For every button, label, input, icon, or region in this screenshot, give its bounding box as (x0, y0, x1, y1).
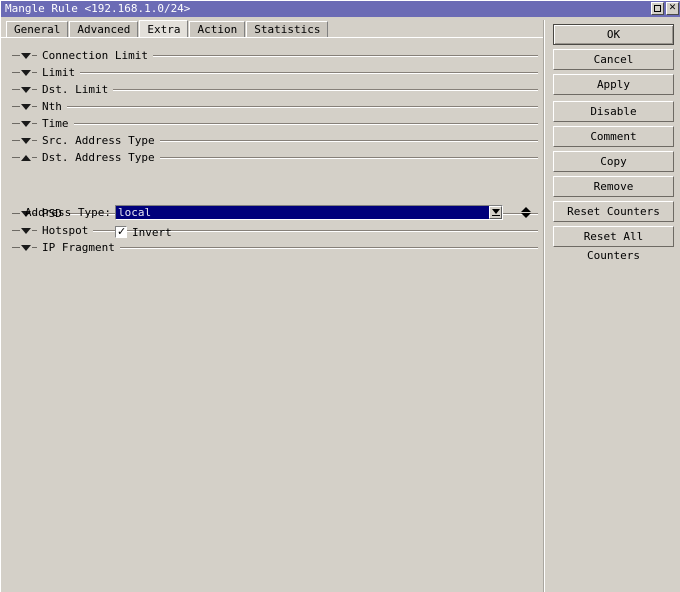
section-label: Connection Limit (42, 49, 148, 62)
section-rule-line (152, 54, 538, 57)
section-rule-line (73, 122, 538, 125)
chevron-down-icon (21, 103, 31, 110)
chevron-up-icon (21, 154, 31, 161)
chevron-down-icon[interactable] (489, 206, 502, 219)
section-connection-limit[interactable]: Connection Limit (1, 47, 543, 64)
section-label: Src. Address Type (42, 134, 155, 147)
invert-checkbox-row[interactable]: ✓ Invert (115, 226, 172, 238)
chevron-down-bar (491, 215, 500, 216)
tab-extra[interactable]: Extra (139, 20, 189, 37)
section-limit[interactable]: Limit (1, 64, 543, 81)
invert-label: Invert (132, 225, 172, 239)
tab-action[interactable]: Action (189, 21, 246, 37)
chevron-down-icon (21, 120, 31, 127)
section-dash-left (12, 230, 20, 231)
extra-tab-panel: Connection Limit Limit Dst. Limit Nth Ti… (1, 38, 543, 592)
section-dst-limit[interactable]: Dst. Limit (1, 81, 543, 98)
section-hotspot[interactable]: Hotspot (1, 222, 543, 239)
reset-all-counters-button[interactable]: Reset All Counters (553, 226, 674, 262)
window-title: Mangle Rule <192.168.1.0/24> (5, 2, 191, 15)
address-type-label: Address Type: (24, 206, 111, 219)
reset-counters-button[interactable]: Reset Counters (553, 201, 674, 222)
remove-button[interactable]: Remove (553, 176, 674, 197)
arrow-down-icon[interactable] (520, 213, 531, 218)
section-label: Nth (42, 100, 62, 113)
tab-general[interactable]: General (6, 21, 69, 37)
address-type-value[interactable]: local (116, 206, 489, 219)
chevron-down-icon (21, 86, 31, 93)
chevron-down-icon (21, 227, 31, 234)
section-nth[interactable]: Nth (1, 98, 543, 115)
invert-checkbox[interactable]: ✓ (115, 226, 127, 238)
section-dash-left (12, 72, 20, 73)
section-dash-left (12, 123, 20, 124)
section-rule-line (159, 139, 538, 142)
close-button[interactable]: ✕ (666, 2, 679, 15)
ok-button[interactable]: OK (553, 24, 674, 45)
arrow-up-icon[interactable] (520, 207, 531, 212)
section-label: IP Fragment (42, 241, 115, 254)
disable-button[interactable]: Disable (553, 101, 674, 122)
section-dst-address-type[interactable]: Dst. Address Type (1, 149, 543, 166)
section-ip-fragment[interactable]: IP Fragment (1, 239, 543, 256)
maximize-icon (654, 5, 661, 12)
checkmark-icon: ✓ (117, 225, 127, 238)
section-label: Time (42, 117, 69, 130)
section-dash-left (12, 247, 20, 248)
section-src-address-type[interactable]: Src. Address Type (1, 132, 543, 149)
close-icon: ✕ (668, 3, 677, 13)
address-type-field-row: Address Type: local (1, 205, 543, 220)
apply-button[interactable]: Apply (553, 74, 674, 95)
panel-divider-highlight (544, 20, 545, 592)
chevron-down-icon (21, 137, 31, 144)
section-dash-left (12, 140, 20, 141)
section-rule-line (119, 246, 538, 249)
section-dash-left (12, 106, 20, 107)
tab-statistics[interactable]: Statistics (246, 21, 329, 37)
section-label: Dst. Address Type (42, 151, 155, 164)
section-rule-line (159, 156, 538, 159)
chevron-down-icon (21, 69, 31, 76)
chevron-down-icon (21, 52, 31, 59)
cancel-button[interactable]: Cancel (553, 49, 674, 70)
section-time[interactable]: Time (1, 115, 543, 132)
section-dash-left (12, 89, 20, 90)
section-dash-left (12, 55, 20, 56)
maximize-button[interactable] (651, 2, 664, 15)
copy-button[interactable]: Copy (553, 151, 674, 172)
comment-button[interactable]: Comment (553, 126, 674, 147)
section-rule-line (80, 71, 538, 74)
chevron-down-icon (21, 244, 31, 251)
mangle-rule-window: Mangle Rule <192.168.1.0/24> ✕ General A… (0, 0, 680, 592)
section-label: Limit (42, 66, 76, 79)
section-rule-line (113, 88, 538, 91)
section-rule-line (66, 105, 538, 108)
section-dash-left (12, 157, 20, 158)
section-label: Dst. Limit (42, 83, 109, 96)
window-controls: ✕ (651, 2, 679, 15)
title-bar: Mangle Rule <192.168.1.0/24> ✕ (1, 1, 680, 17)
address-type-spinner[interactable] (519, 205, 532, 220)
action-button-panel: OK Cancel Apply Disable Comment Copy Rem… (553, 24, 674, 262)
chevron-down-glyph (491, 209, 500, 214)
tab-advanced[interactable]: Advanced (69, 21, 139, 37)
section-label: Hotspot (42, 224, 89, 237)
address-type-combobox[interactable]: local (115, 205, 503, 220)
